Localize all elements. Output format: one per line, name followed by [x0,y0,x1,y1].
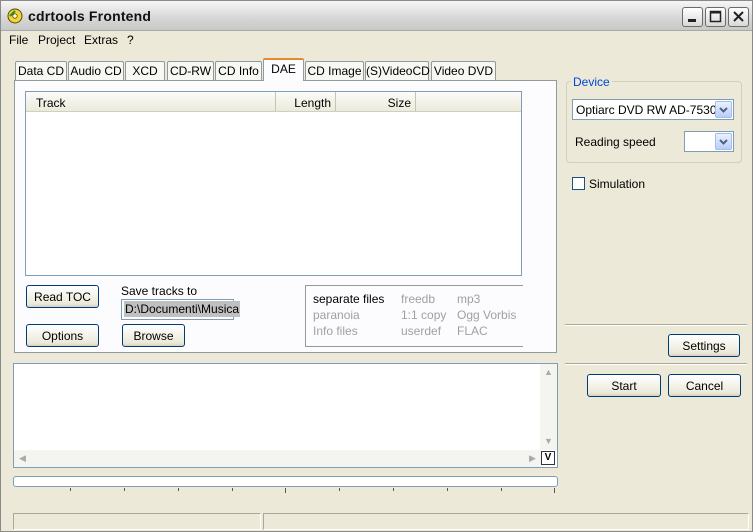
chevron-down-icon [719,139,728,145]
device-select[interactable]: Optiarc DVD RW AD-7530A [572,99,734,120]
scroll-right-icon[interactable]: ▶ [525,451,540,466]
reading-speed-label: Reading speed [575,135,656,149]
simulation-checkbox[interactable] [572,177,585,190]
window-title: cdrtools Frontend [28,8,152,24]
tick [124,488,125,491]
menu-project[interactable]: Project [38,33,75,47]
right-separator [565,324,747,326]
log-output[interactable]: ▲ ▼ ◀ ▶ V [13,363,558,468]
menu-bar: File Project Extras ? [1,31,752,50]
menu-extras[interactable]: Extras [84,33,118,47]
status-pane-right [263,513,749,530]
options-button[interactable]: Options [26,324,99,347]
option-flac[interactable]: FLAC [457,324,488,338]
start-button[interactable]: Start [587,374,661,397]
tab-xcd[interactable]: XCD [125,61,165,80]
log-horizontal-scrollbar[interactable]: ◀ ▶ [14,450,541,467]
tab-video-dvd[interactable]: Video DVD [431,61,496,80]
track-list[interactable]: Track Length Size [25,91,522,276]
save-path-value: D:\Documenti\Musica [124,301,241,317]
tab-svideocd[interactable]: (S)VideoCD [365,61,430,80]
tick [501,488,502,491]
option-separate-files[interactable]: separate files [313,292,384,306]
option-mp3[interactable]: mp3 [457,292,480,306]
tick [339,488,340,491]
app-icon [7,8,23,24]
tick [232,488,233,491]
main-window: cdrtools Frontend File Project Extras ? … [0,0,753,532]
tab-data-cd[interactable]: Data CD [15,61,67,80]
option-1-1-copy[interactable]: 1:1 copy [401,308,446,322]
column-size[interactable]: Size [336,92,416,111]
track-list-header: Track Length Size [26,92,521,112]
output-options-box: separate files freedb mp3 paranoia 1:1 c… [305,285,523,347]
option-ogg-vorbis[interactable]: Ogg Vorbis [457,308,516,322]
tick [285,488,286,493]
tick [178,488,179,491]
simulation-label: Simulation [589,177,646,191]
chevron-down-icon [719,107,728,113]
device-group-label: Device [571,75,612,89]
column-length[interactable]: Length [276,92,336,111]
maximize-button[interactable] [705,7,726,27]
save-tracks-label: Save tracks to [121,284,198,298]
browse-button[interactable]: Browse [122,324,185,347]
menu-file[interactable]: File [9,33,28,47]
minimize-button[interactable] [682,7,703,27]
tab-cd-rw[interactable]: CD-RW [167,61,214,80]
minimize-icon [688,19,696,22]
tick [447,488,448,491]
option-paranoia[interactable]: paranoia [313,308,360,322]
scroll-up-icon[interactable]: ▲ [541,365,556,380]
scroll-box-button[interactable]: V [541,451,555,465]
tick [554,488,555,493]
tab-audio-cd[interactable]: Audio CD [68,61,124,80]
device-select-value: Optiarc DVD RW AD-7530A [576,103,725,117]
progress-ticks [13,488,558,494]
read-toc-button[interactable]: Read TOC [26,285,99,308]
column-track[interactable]: Track [26,92,276,111]
menu-help[interactable]: ? [127,33,134,47]
scroll-down-icon[interactable]: ▼ [541,434,556,449]
save-path-field[interactable]: D:\Documenti\Musica [121,299,241,320]
close-button[interactable] [728,7,749,27]
reading-speed-dropdown-button[interactable] [715,133,732,150]
title-bar[interactable]: cdrtools Frontend [1,1,752,31]
tick [70,488,71,491]
log-vertical-scrollbar[interactable]: ▲ ▼ [540,364,557,450]
tab-cd-image[interactable]: CD Image [305,61,364,80]
maximize-icon [709,10,722,23]
option-freedb[interactable]: freedb [401,292,435,306]
scroll-left-icon[interactable]: ◀ [15,451,30,466]
settings-button[interactable]: Settings [668,334,740,357]
tick [393,488,394,491]
right-separator-2 [565,363,747,365]
tab-cd-info[interactable]: CD Info [215,61,262,80]
tab-dae[interactable]: DAE [263,58,304,81]
status-bar [1,511,752,532]
status-pane-left [13,513,261,530]
reading-speed-select[interactable] [684,131,734,152]
option-info-files[interactable]: Info files [313,324,358,338]
device-dropdown-button[interactable] [715,101,732,118]
close-icon [733,11,744,22]
progress-bar [13,476,558,487]
cancel-button[interactable]: Cancel [668,374,741,397]
option-userdef[interactable]: userdef [401,324,441,338]
